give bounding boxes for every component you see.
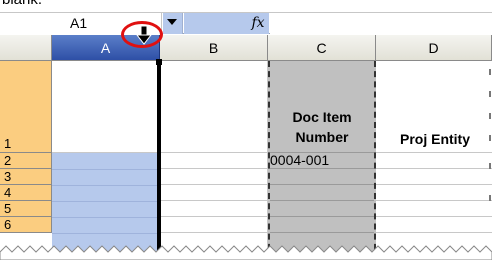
column-header-c[interactable]: C	[268, 35, 376, 61]
scroll-edge-dash	[489, 69, 491, 75]
column-header-d[interactable]: D	[376, 35, 492, 61]
gridline	[270, 232, 374, 233]
name-box-value: A1	[70, 15, 88, 31]
scroll-edge-dash	[489, 195, 491, 201]
fill-handle[interactable]	[156, 59, 162, 65]
gridline	[270, 200, 374, 201]
column-a-right-border-resize-line[interactable]	[157, 61, 161, 260]
torn-edge-decoration	[0, 245, 492, 260]
row-header-6[interactable]: 6	[0, 217, 52, 233]
scroll-edge-dash	[489, 135, 491, 141]
gridline	[52, 217, 160, 218]
select-all-corner[interactable]	[0, 35, 52, 61]
gridline	[270, 216, 374, 217]
scroll-edge-dash	[489, 91, 491, 97]
cell-a1-active[interactable]	[52, 61, 160, 153]
scroll-edge-dash	[489, 113, 491, 119]
spreadsheet-grid: A B C D 1 2 3 4 5 6 Doc Item Number Proj…	[0, 21, 492, 260]
column-resize-down-arrow-icon	[136, 25, 152, 45]
formula-input[interactable]	[270, 13, 492, 34]
name-box-dropdown-button[interactable]	[163, 13, 183, 34]
formula-bar: A1 fx	[0, 12, 492, 34]
gridline	[270, 168, 374, 169]
gridline	[52, 185, 160, 186]
gridline	[270, 184, 374, 185]
gridline	[52, 233, 160, 234]
row-header-2[interactable]: 2	[0, 153, 52, 169]
column-header-b[interactable]: B	[160, 35, 268, 61]
gridline	[52, 201, 160, 202]
row-header-1[interactable]: 1	[0, 61, 52, 153]
dropdown-arrow-icon	[167, 19, 177, 25]
caption-text-cropped: blank.	[2, 0, 42, 8]
scroll-edge-dash	[489, 163, 491, 169]
cell-c1[interactable]: Doc Item Number	[270, 107, 374, 147]
row-header-5[interactable]: 5	[0, 201, 52, 217]
row-header-4[interactable]: 4	[0, 185, 52, 201]
insert-function-fx-icon[interactable]: fx	[247, 13, 269, 34]
gridline	[52, 169, 160, 170]
cell-c2[interactable]: 0004-001	[270, 152, 329, 168]
cell-d1[interactable]: Proj Entity	[378, 129, 492, 149]
formula-bar-spacer	[184, 13, 247, 34]
row-header-3[interactable]: 3	[0, 169, 52, 185]
